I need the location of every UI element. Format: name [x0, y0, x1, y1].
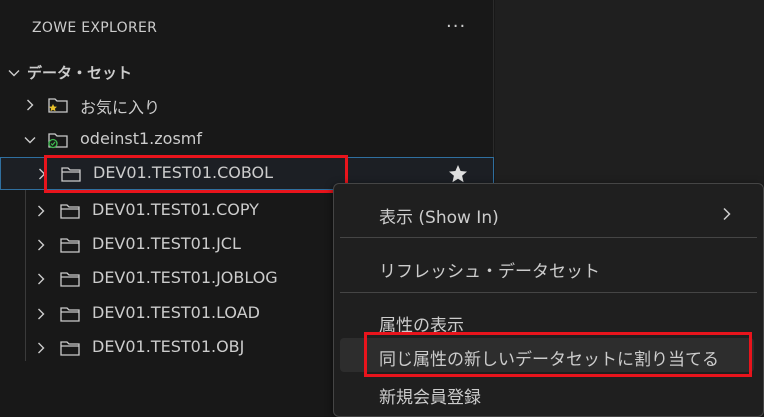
- menu-separator: [340, 237, 757, 238]
- chevron-right-icon: [34, 166, 50, 182]
- chevron-right-icon: [33, 271, 49, 287]
- star-icon[interactable]: [447, 163, 469, 185]
- dataset-label: DEV01.TEST01.JCL: [92, 234, 241, 253]
- menu-item-refresh-dataset[interactable]: リフレッシュ・データセット: [334, 250, 763, 284]
- dataset-label: DEV01.TEST01.COBOL: [93, 163, 274, 182]
- tree-item-favorites-label: お気に入り: [80, 98, 161, 117]
- chevron-down-icon: [6, 65, 22, 81]
- menu-item-allocate-like-label: 同じ属性の新しいデータセットに割り当てる: [379, 350, 719, 370]
- tree-item-profile-label: odeinst1.zosmf: [80, 129, 202, 148]
- chevron-right-icon: [721, 206, 733, 225]
- menu-item-new-member-label: 新規会員登録: [379, 388, 481, 408]
- active-profile-folder-icon: [46, 130, 70, 150]
- tree-item-favorites[interactable]: お気に入り: [0, 88, 494, 121]
- menu-item-show-attributes-label: 属性の表示: [379, 316, 464, 336]
- section-datasets-title: データ・セット: [27, 64, 133, 82]
- menu-item-allocate-like[interactable]: 同じ属性の新しいデータセットに割り当てる: [340, 338, 754, 372]
- chevron-right-icon: [33, 340, 49, 356]
- sidebar-title: ZOWE EXPLORER: [32, 20, 158, 36]
- menu-item-show-in[interactable]: 表示 (Show In): [334, 196, 763, 230]
- folder-icon: [58, 304, 82, 324]
- chevron-right-icon: [33, 203, 49, 219]
- menu-item-new-member[interactable]: 新規会員登録: [334, 376, 763, 410]
- tree-item-profile[interactable]: odeinst1.zosmf: [0, 123, 494, 156]
- chevron-right-icon: [22, 97, 38, 113]
- sidebar-header: ZOWE EXPLORER ···: [0, 0, 494, 56]
- menu-item-show-attributes[interactable]: 属性の表示: [334, 304, 763, 338]
- section-datasets-header[interactable]: データ・セット: [0, 60, 494, 84]
- menu-separator: [340, 292, 757, 293]
- context-menu: 表示 (Show In) リフレッシュ・データセット 属性の表示 同じ属性の新し…: [333, 183, 764, 417]
- dataset-label: DEV01.TEST01.JOBLOG: [92, 268, 278, 287]
- more-actions-button[interactable]: ···: [446, 16, 466, 37]
- folder-icon: [59, 164, 83, 184]
- folder-icon: [58, 338, 82, 358]
- chevron-right-icon: [33, 306, 49, 322]
- menu-item-refresh-dataset-label: リフレッシュ・データセット: [379, 262, 600, 282]
- dataset-label: DEV01.TEST01.OBJ: [92, 337, 245, 356]
- dataset-label: DEV01.TEST01.LOAD: [92, 303, 260, 322]
- chevron-down-icon: [22, 132, 38, 148]
- folder-icon: [58, 201, 82, 221]
- dataset-label: DEV01.TEST01.COPY: [92, 200, 259, 219]
- folder-icon: [58, 235, 82, 255]
- menu-item-show-in-label: 表示 (Show In): [379, 208, 499, 228]
- chevron-right-icon: [33, 237, 49, 253]
- folder-icon: [58, 269, 82, 289]
- favorites-folder-icon: [46, 95, 70, 115]
